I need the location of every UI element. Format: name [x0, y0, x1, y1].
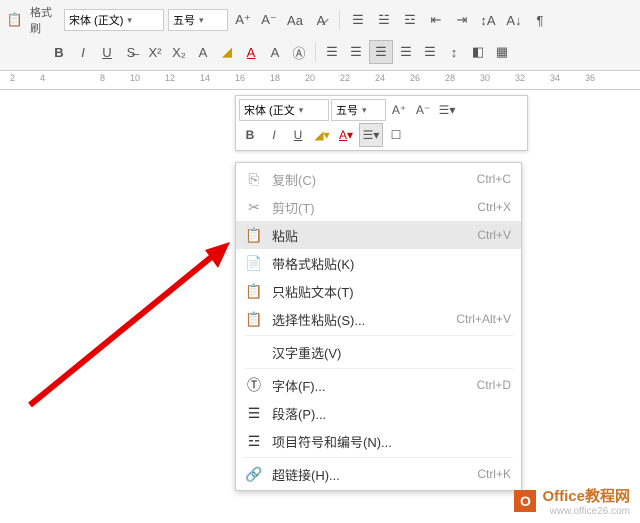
- align-center-icon[interactable]: ☰: [345, 41, 367, 63]
- enclose-icon[interactable]: Ⓐ: [288, 41, 310, 63]
- mini-bullets-icon[interactable]: ☰▾: [436, 99, 458, 121]
- menu-hyperlink[interactable]: 🔗 超链接(H)... Ctrl+K: [236, 460, 521, 488]
- format-marks-icon[interactable]: ¶: [529, 9, 551, 31]
- menu-paste-format[interactable]: 📄 带格式粘贴(K): [236, 249, 521, 277]
- paste-format-icon: 📄: [244, 255, 264, 272]
- mini-underline-icon[interactable]: U: [287, 124, 309, 146]
- font-icon: Ⓣ: [244, 375, 264, 395]
- shading-icon[interactable]: ◧: [467, 41, 489, 63]
- cut-icon: ✂: [244, 199, 264, 216]
- menu-reconvert[interactable]: 汉字重选(V): [236, 338, 521, 366]
- hyperlink-icon: 🔗: [244, 466, 264, 483]
- mini-shrink-font-icon[interactable]: A⁻: [412, 99, 434, 121]
- font-size-dropdown[interactable]: 五号: [168, 9, 228, 31]
- mini-align-icon[interactable]: ☰▾: [359, 123, 383, 147]
- change-case-icon[interactable]: Aa: [284, 9, 306, 31]
- bold-icon[interactable]: B: [48, 41, 70, 63]
- align-justify-icon[interactable]: ☰: [369, 40, 393, 64]
- font-color-icon[interactable]: A: [240, 41, 262, 63]
- text-direction-icon[interactable]: ↕A: [477, 9, 499, 31]
- paste-icon[interactable]: 📋: [4, 9, 26, 31]
- watermark-logo-icon: O: [514, 490, 536, 512]
- sort-icon[interactable]: A↓: [503, 9, 525, 31]
- watermark-url: www.office26.com: [542, 506, 630, 517]
- watermark-text: Office教程网: [542, 488, 630, 505]
- format-brush-label: 格式刷: [30, 4, 60, 36]
- copy-icon: ⎘: [244, 171, 264, 188]
- mini-font-size-dropdown[interactable]: 五号: [331, 99, 386, 121]
- paste-icon: 📋: [244, 227, 264, 244]
- mini-toolbar: 宋体 (正文 五号 A⁺ A⁻ ☰▾ B I U ◢▾ A▾ ☰▾ ☐: [235, 95, 528, 151]
- decrease-indent-icon[interactable]: ⇤: [425, 9, 447, 31]
- align-left-icon[interactable]: ☰: [321, 41, 343, 63]
- shrink-font-icon[interactable]: A⁻: [258, 9, 280, 31]
- watermark: O Office教程网 www.office26.com: [514, 485, 630, 517]
- font-name-dropdown[interactable]: 宋体 (正文): [64, 9, 164, 31]
- paragraph-icon: ☰: [244, 405, 264, 422]
- bullets-menu-icon: ☲: [244, 433, 264, 450]
- paste-text-icon: 📋: [244, 283, 264, 300]
- mini-grow-font-icon[interactable]: A⁺: [388, 99, 410, 121]
- underline-icon[interactable]: U: [96, 41, 118, 63]
- bullets-icon[interactable]: ☰: [347, 9, 369, 31]
- subscript-icon[interactable]: X₂: [168, 41, 190, 63]
- context-menu: ⎘ 复制(C) Ctrl+C ✂ 剪切(T) Ctrl+X 📋 粘贴 Ctrl+…: [235, 162, 522, 491]
- align-distribute-icon[interactable]: ☰: [419, 41, 441, 63]
- menu-copy[interactable]: ⎘ 复制(C) Ctrl+C: [236, 165, 521, 193]
- mini-font-name-dropdown[interactable]: 宋体 (正文: [239, 99, 329, 121]
- paste-special-icon: 📋: [244, 311, 264, 328]
- borders-icon[interactable]: ▦: [491, 41, 513, 63]
- horizontal-ruler: 2 4 8 10 12 14 16 18 20 22 24 26 28 30 3…: [0, 71, 640, 90]
- mini-bold-icon[interactable]: B: [239, 124, 261, 146]
- align-right-icon[interactable]: ☰: [395, 41, 417, 63]
- mini-italic-icon[interactable]: I: [263, 124, 285, 146]
- strikethrough-icon[interactable]: S̶: [120, 41, 142, 63]
- menu-paste[interactable]: 📋 粘贴 Ctrl+V: [236, 221, 521, 249]
- mini-highlight-icon[interactable]: ◢▾: [311, 124, 333, 146]
- ribbon-toolbar: 📋 格式刷 宋体 (正文) 五号 A⁺ A⁻ Aa A̷ ☰ ☱ ☲ ⇤ ⇥ ↕…: [0, 0, 640, 71]
- line-spacing-icon[interactable]: ↕: [443, 41, 465, 63]
- grow-font-icon[interactable]: A⁺: [232, 9, 254, 31]
- menu-bullets[interactable]: ☲ 项目符号和编号(N)...: [236, 427, 521, 455]
- menu-cut[interactable]: ✂ 剪切(T) Ctrl+X: [236, 193, 521, 221]
- multilevel-icon[interactable]: ☲: [399, 9, 421, 31]
- clear-format-icon[interactable]: A̷: [310, 9, 332, 31]
- italic-icon[interactable]: I: [72, 41, 94, 63]
- char-shading-icon[interactable]: A: [264, 41, 286, 63]
- numbering-icon[interactable]: ☱: [373, 9, 395, 31]
- superscript-icon[interactable]: X²: [144, 41, 166, 63]
- text-effects-icon[interactable]: A: [192, 41, 214, 63]
- menu-paste-text[interactable]: 📋 只粘贴文本(T): [236, 277, 521, 305]
- mini-format-icon[interactable]: ☐: [385, 124, 407, 146]
- increase-indent-icon[interactable]: ⇥: [451, 9, 473, 31]
- menu-paste-special[interactable]: 📋 选择性粘贴(S)... Ctrl+Alt+V: [236, 305, 521, 333]
- menu-font[interactable]: Ⓣ 字体(F)... Ctrl+D: [236, 371, 521, 399]
- highlight-icon[interactable]: ◢: [216, 41, 238, 63]
- mini-font-color-icon[interactable]: A▾: [335, 124, 357, 146]
- menu-paragraph[interactable]: ☰ 段落(P)...: [236, 399, 521, 427]
